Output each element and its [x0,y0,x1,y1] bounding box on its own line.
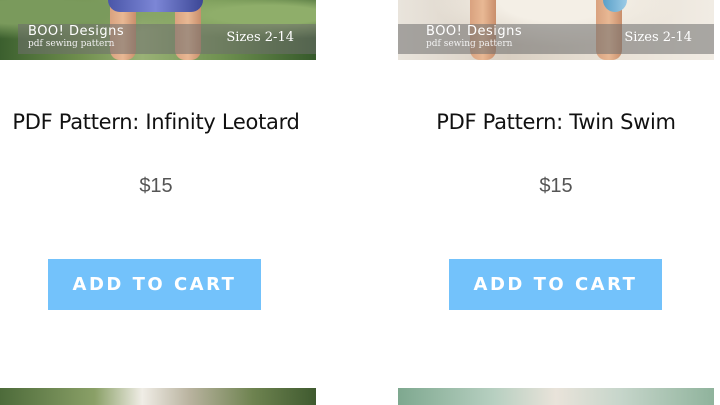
product-price: $15 [139,175,173,197]
product-title[interactable]: PDF Pattern: Infinity Leotard [0,110,312,134]
add-to-cart-button[interactable]: ADD TO CART [449,259,662,310]
image-brand: BOO! Designs [426,24,523,39]
image-sizes: Sizes 2-14 [226,30,294,45]
product-title[interactable]: PDF Pattern: Twin Swim [398,110,714,134]
product-grid: BOO! Designs pdf sewing pattern Sizes 2-… [0,0,720,405]
add-to-cart-button[interactable]: ADD TO CART [48,259,261,310]
image-banner: BOO! Designs pdf sewing pattern Sizes 2-… [18,24,316,54]
image-brand: BOO! Designs [28,24,125,39]
image-subtitle: pdf sewing pattern [28,39,115,49]
product-card-twin-swim: BOO! Designs pdf sewing pattern Sizes 2-… [398,0,714,310]
image-sizes: Sizes 2-14 [624,30,692,45]
image-subtitle: pdf sewing pattern [426,39,513,49]
image-banner: BOO! Designs pdf sewing pattern Sizes 2-… [398,24,714,54]
product-image[interactable]: BOO! Designs pdf sewing pattern Sizes 2-… [398,0,714,60]
product-card-infinity-leotard: BOO! Designs pdf sewing pattern Sizes 2-… [0,0,316,310]
product-price: $15 [539,175,573,197]
product-image-next-right[interactable] [398,388,714,405]
leotard-fabric [108,0,203,12]
product-image-next-left[interactable] [0,388,316,405]
product-image[interactable]: BOO! Designs pdf sewing pattern Sizes 2-… [0,0,316,60]
